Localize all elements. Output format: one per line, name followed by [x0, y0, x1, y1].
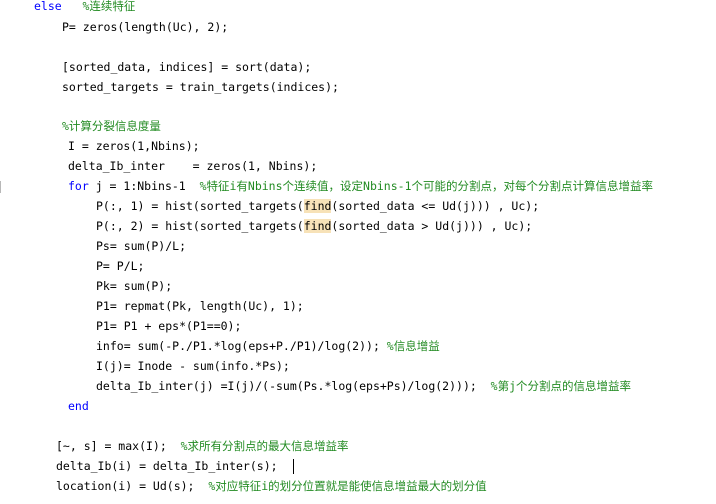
code-line[interactable]: [~, s] = max(I); %求所有分割点的最大信息增益率: [56, 436, 349, 456]
comment-token: %计算分裂信息度量: [62, 119, 161, 133]
fold-marker[interactable]: [0, 181, 3, 193]
keyword-token: end: [68, 399, 89, 413]
code-line[interactable]: delta_Ib_inter = zeros(1, Nbins);: [68, 156, 317, 176]
comment-token: %信息增益: [386, 339, 440, 353]
code-line[interactable]: I = zeros(1,Nbins);: [68, 136, 200, 156]
comment-token: %求所有分割点的最大信息增益率: [180, 439, 349, 453]
comment-token: %第j个分割点的信息增益率: [490, 379, 632, 393]
code-token: I = zeros(1,Nbins);: [68, 139, 200, 153]
code-token: sorted_targets = train_targets(indices);: [62, 80, 339, 94]
code-token: Pk= sum(P);: [96, 279, 173, 293]
editor-gutter: [0, 0, 1, 504]
code-line[interactable]: P1= repmat(Pk, length(Uc), 1);: [96, 296, 304, 316]
code-line[interactable]: sorted_targets = train_targets(indices);: [62, 77, 339, 97]
code-line[interactable]: location(i) = Ud(s); %对应特征i的划分位置就是能使信息增益…: [56, 476, 487, 496]
code-line[interactable]: delta_Ib_inter(j) =I(j)/(-sum(Ps.*log(ep…: [96, 376, 631, 396]
text-cursor: [293, 459, 294, 474]
comment-token: %对应特征i的划分位置就是能使信息增益最大的划分值: [208, 479, 487, 493]
code-line[interactable]: else %连续特征: [34, 0, 135, 16]
code-token: info= sum(-P./P1.*log(eps+P./P1)/log(2))…: [96, 339, 387, 353]
code-token: delta_Ib_inter = zeros(1, Nbins);: [68, 159, 318, 173]
code-token: location(i) = Ud(s);: [56, 479, 209, 493]
code-token: [sorted_data, indices] = sort(data);: [62, 60, 312, 74]
code-token: P= P/L;: [96, 259, 145, 273]
code-editor[interactable]: else %连续特征 P= zeros(length(Uc), 2); [sorte…: [0, 0, 716, 504]
code-token: delta_Ib(i) = delta_Ib_inter(s);: [56, 459, 278, 473]
code-line[interactable]: info= sum(-P./P1.*log(eps+P./P1)/log(2))…: [96, 336, 440, 356]
code-token: P= zeros(length(Uc), 2);: [62, 20, 229, 34]
code-line[interactable]: P(:, 2) = hist(sorted_targets(find(sorte…: [96, 216, 532, 236]
code-token: P(:, 2) = hist(sorted_targets(: [96, 219, 304, 233]
code-line[interactable]: P1= P1 + eps*(P1==0);: [96, 316, 241, 336]
code-token: I(j)= Inode - sum(info.*Ps);: [96, 359, 290, 373]
comment-token: %特征i有Nbins个连续值，设定Nbins-1个可能的分割点，对每个分割点计算…: [199, 179, 653, 193]
code-line[interactable]: end: [68, 396, 89, 416]
highlighted-match-token: find: [303, 199, 332, 213]
code-line[interactable]: P= P/L;: [96, 256, 144, 276]
code-token: j = 1:Nbins-1: [88, 179, 200, 193]
code-token: P1= repmat(Pk, length(Uc), 1);: [96, 299, 304, 313]
code-token: P(:, 1) = hist(sorted_targets(: [96, 199, 304, 213]
code-line[interactable]: %计算分裂信息度量: [62, 116, 161, 136]
highlighted-match-token: find: [303, 219, 332, 233]
code-line[interactable]: [sorted_data, indices] = sort(data);: [62, 57, 311, 77]
comment-token: %连续特征: [82, 0, 136, 13]
code-token: (sorted_data > Ud(j))) , Uc);: [331, 219, 533, 233]
code-line[interactable]: Ps= sum(P)/L;: [96, 236, 186, 256]
code-token: delta_Ib_inter(j) =I(j)/(-sum(Ps.*log(ep…: [96, 379, 491, 393]
code-line[interactable]: P(:, 1) = hist(sorted_targets(find(sorte…: [96, 196, 539, 216]
code-line[interactable]: P= zeros(length(Uc), 2);: [62, 17, 228, 37]
code-token: [~, s] = max(I);: [56, 439, 181, 453]
code-token: Ps= sum(P)/L;: [96, 239, 187, 253]
code-line[interactable]: for j = 1:Nbins-1 %特征i有Nbins个连续值，设定Nbins…: [68, 176, 653, 196]
code-line[interactable]: I(j)= Inode - sum(info.*Ps);: [96, 356, 290, 376]
code-token: P1= P1 + eps*(P1==0);: [96, 319, 242, 333]
keyword-token: else: [34, 0, 62, 13]
code-line[interactable]: Pk= sum(P);: [96, 276, 172, 296]
keyword-token: for: [68, 179, 89, 193]
code-line[interactable]: delta_Ib(i) = delta_Ib_inter(s);: [56, 456, 278, 476]
code-token: (sorted_data <= Ud(j))) , Uc);: [331, 199, 540, 213]
